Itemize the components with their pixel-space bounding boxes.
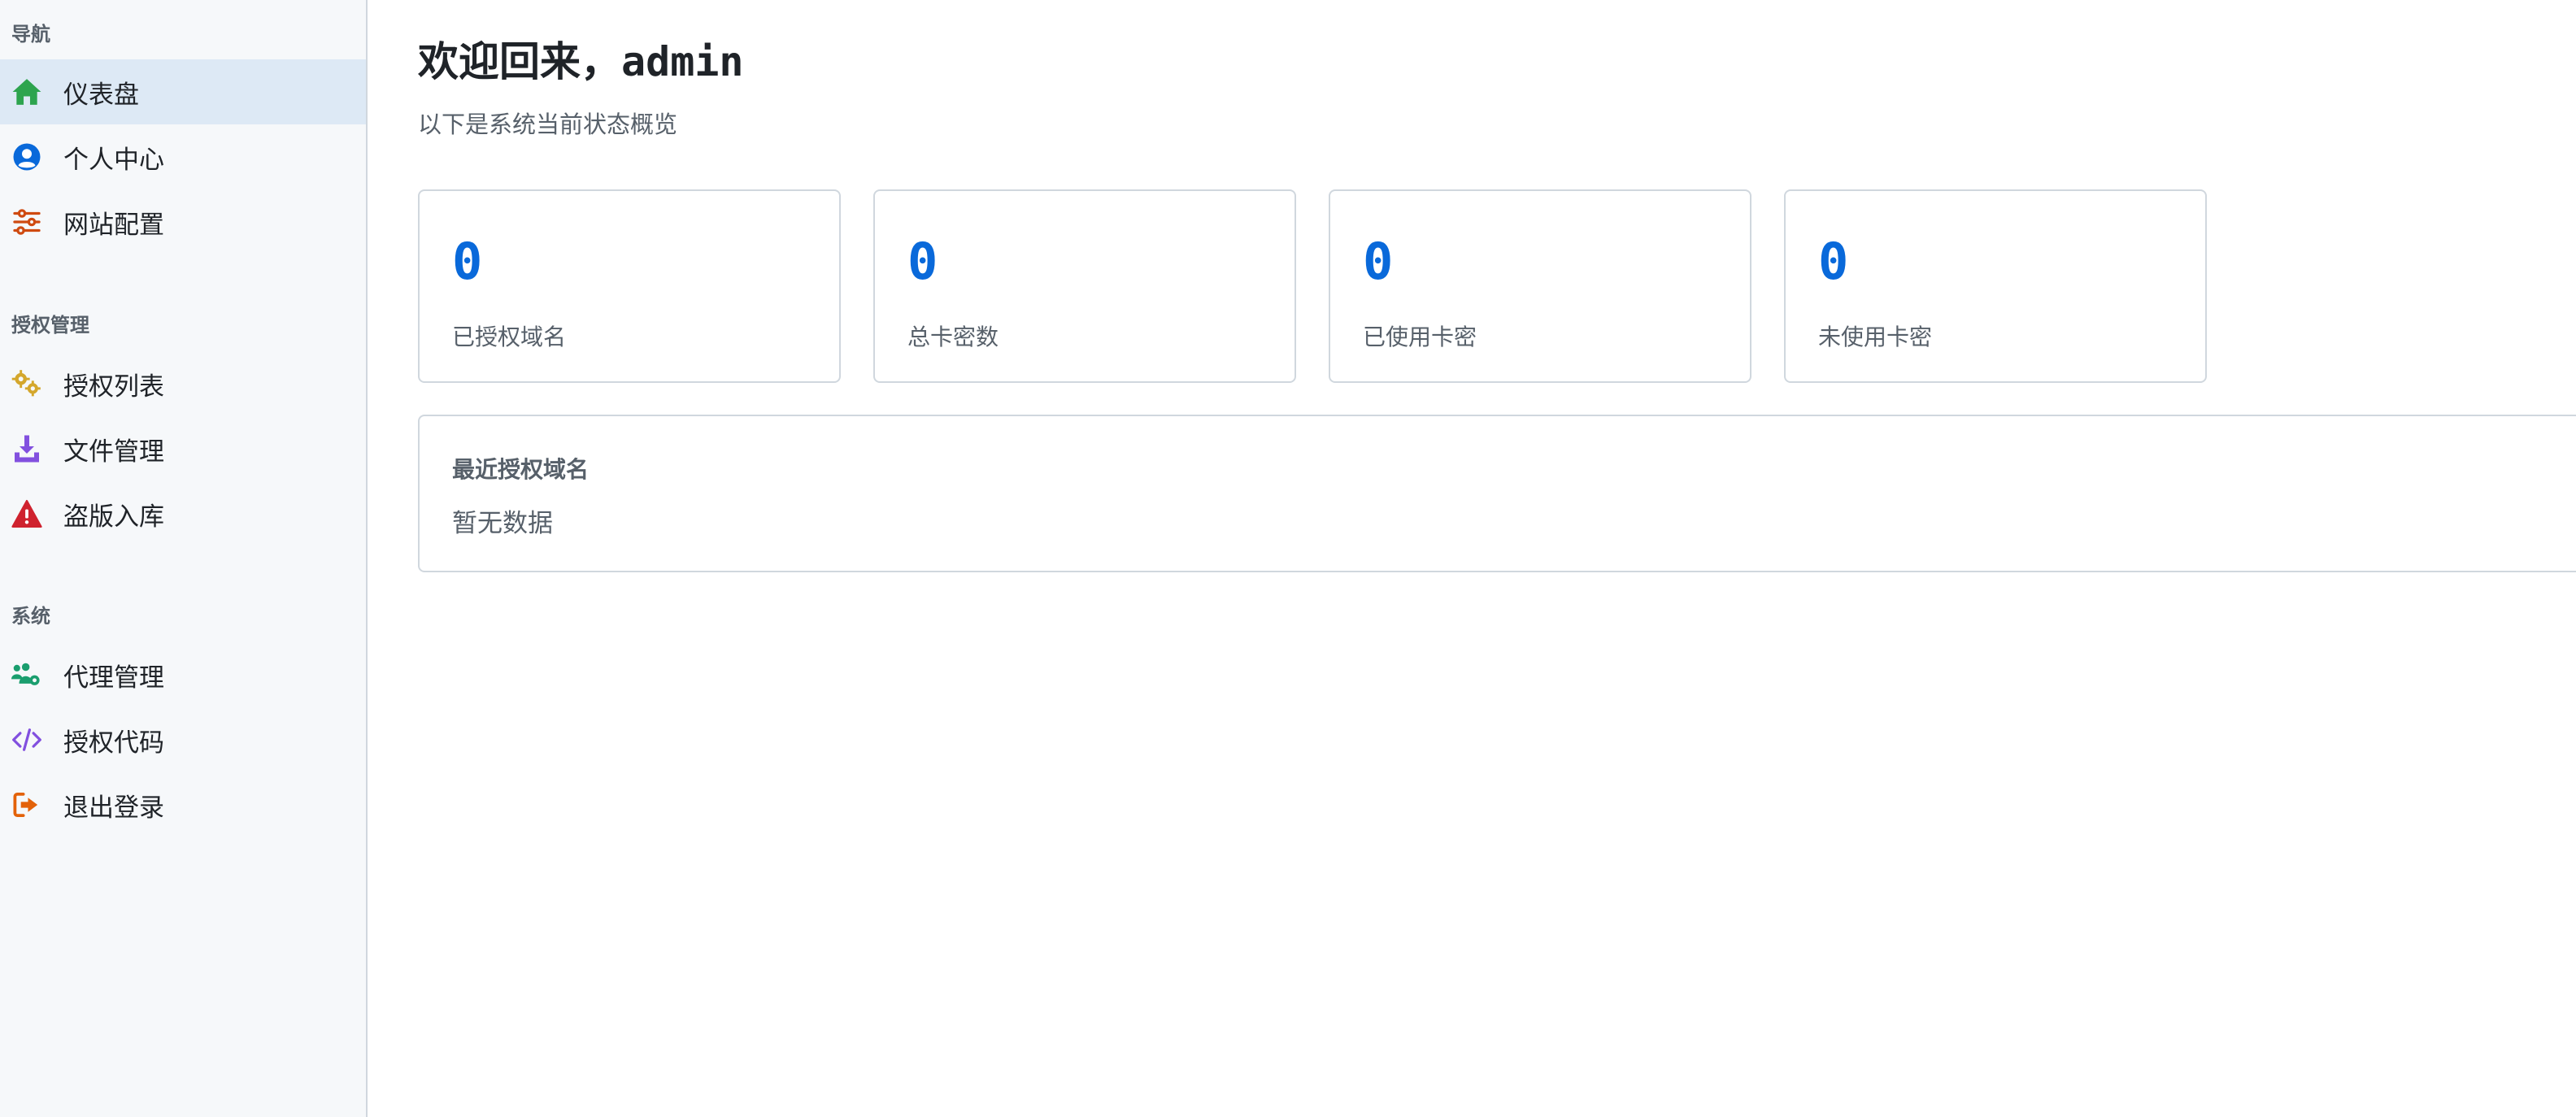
stat-label: 已使用卡密 (1363, 324, 1477, 350)
stat-value: 0 (907, 232, 938, 291)
sidebar-item-logout[interactable]: 退出登录 (0, 772, 366, 837)
sidebar-item-label: 退出登录 (63, 793, 164, 823)
user-circle-icon (11, 142, 42, 172)
code-icon (11, 725, 42, 754)
section-title-license-management: 授权管理 (11, 314, 89, 337)
sidebar-item-label: 授权列表 (63, 372, 164, 402)
logout-icon (11, 790, 42, 819)
stat-card-authorized-domains: 0 已授权域名 (418, 189, 841, 383)
sidebar-item-label: 网站配置 (63, 210, 164, 240)
stat-label: 已授权域名 (452, 324, 567, 350)
stat-card-used-keys: 0 已使用卡密 (1329, 189, 1751, 383)
app-window: 导航 仪表盘 个人中心 网站配置 授权管理 授权列表 文件管理 盗版入库 系统 … (0, 0, 2576, 1117)
stat-card-unused-keys: 0 未使用卡密 (1784, 189, 2207, 383)
sidebar-item-license-list[interactable]: 授权列表 (0, 351, 366, 416)
home-icon (11, 77, 42, 106)
sidebar-item-label: 个人中心 (63, 145, 164, 175)
stat-label: 未使用卡密 (1818, 324, 1933, 350)
sidebar-item-label: 授权代码 (63, 728, 164, 758)
section-title-navigation: 导航 (11, 23, 50, 46)
users-gear-icon (11, 660, 42, 689)
gears-icon (11, 369, 42, 398)
stat-value: 0 (1818, 232, 1849, 291)
warning-icon (11, 499, 42, 528)
sidebar-item-label: 仪表盘 (63, 80, 139, 110)
sidebar: 导航 仪表盘 个人中心 网站配置 授权管理 授权列表 文件管理 盗版入库 系统 … (0, 0, 368, 1117)
sidebar-item-license-code[interactable]: 授权代码 (0, 707, 366, 772)
sidebar-item-label: 盗版入库 (63, 502, 164, 532)
sidebar-item-profile[interactable]: 个人中心 (0, 124, 366, 189)
sidebar-item-label: 文件管理 (63, 437, 164, 467)
stat-card-total-keys: 0 总卡密数 (873, 189, 1296, 383)
sidebar-item-site-config[interactable]: 网站配置 (0, 189, 366, 254)
page-title: 欢迎回来，admin (418, 38, 744, 85)
sliders-icon (11, 207, 42, 237)
page-subtitle: 以下是系统当前状态概览 (418, 111, 678, 138)
download-icon (11, 434, 42, 463)
recent-domains-title: 最近授权域名 (452, 456, 590, 483)
stat-label: 总卡密数 (907, 324, 999, 350)
sidebar-item-piracy-records[interactable]: 盗版入库 (0, 481, 366, 546)
section-title-system: 系统 (11, 605, 50, 628)
sidebar-item-label: 代理管理 (63, 663, 164, 693)
sidebar-item-agent-management[interactable]: 代理管理 (0, 642, 366, 707)
recent-domains-panel: 最近授权域名 暂无数据 (418, 415, 2576, 572)
sidebar-item-file-management[interactable]: 文件管理 (0, 416, 366, 481)
stat-value: 0 (452, 232, 483, 291)
stat-value: 0 (1363, 232, 1394, 291)
empty-state-text: 暂无数据 (452, 509, 553, 538)
sidebar-item-dashboard[interactable]: 仪表盘 (0, 59, 366, 124)
main-content: 欢迎回来，admin 以下是系统当前状态概览 0 已授权域名 0 总卡密数 0 … (369, 0, 2576, 1117)
